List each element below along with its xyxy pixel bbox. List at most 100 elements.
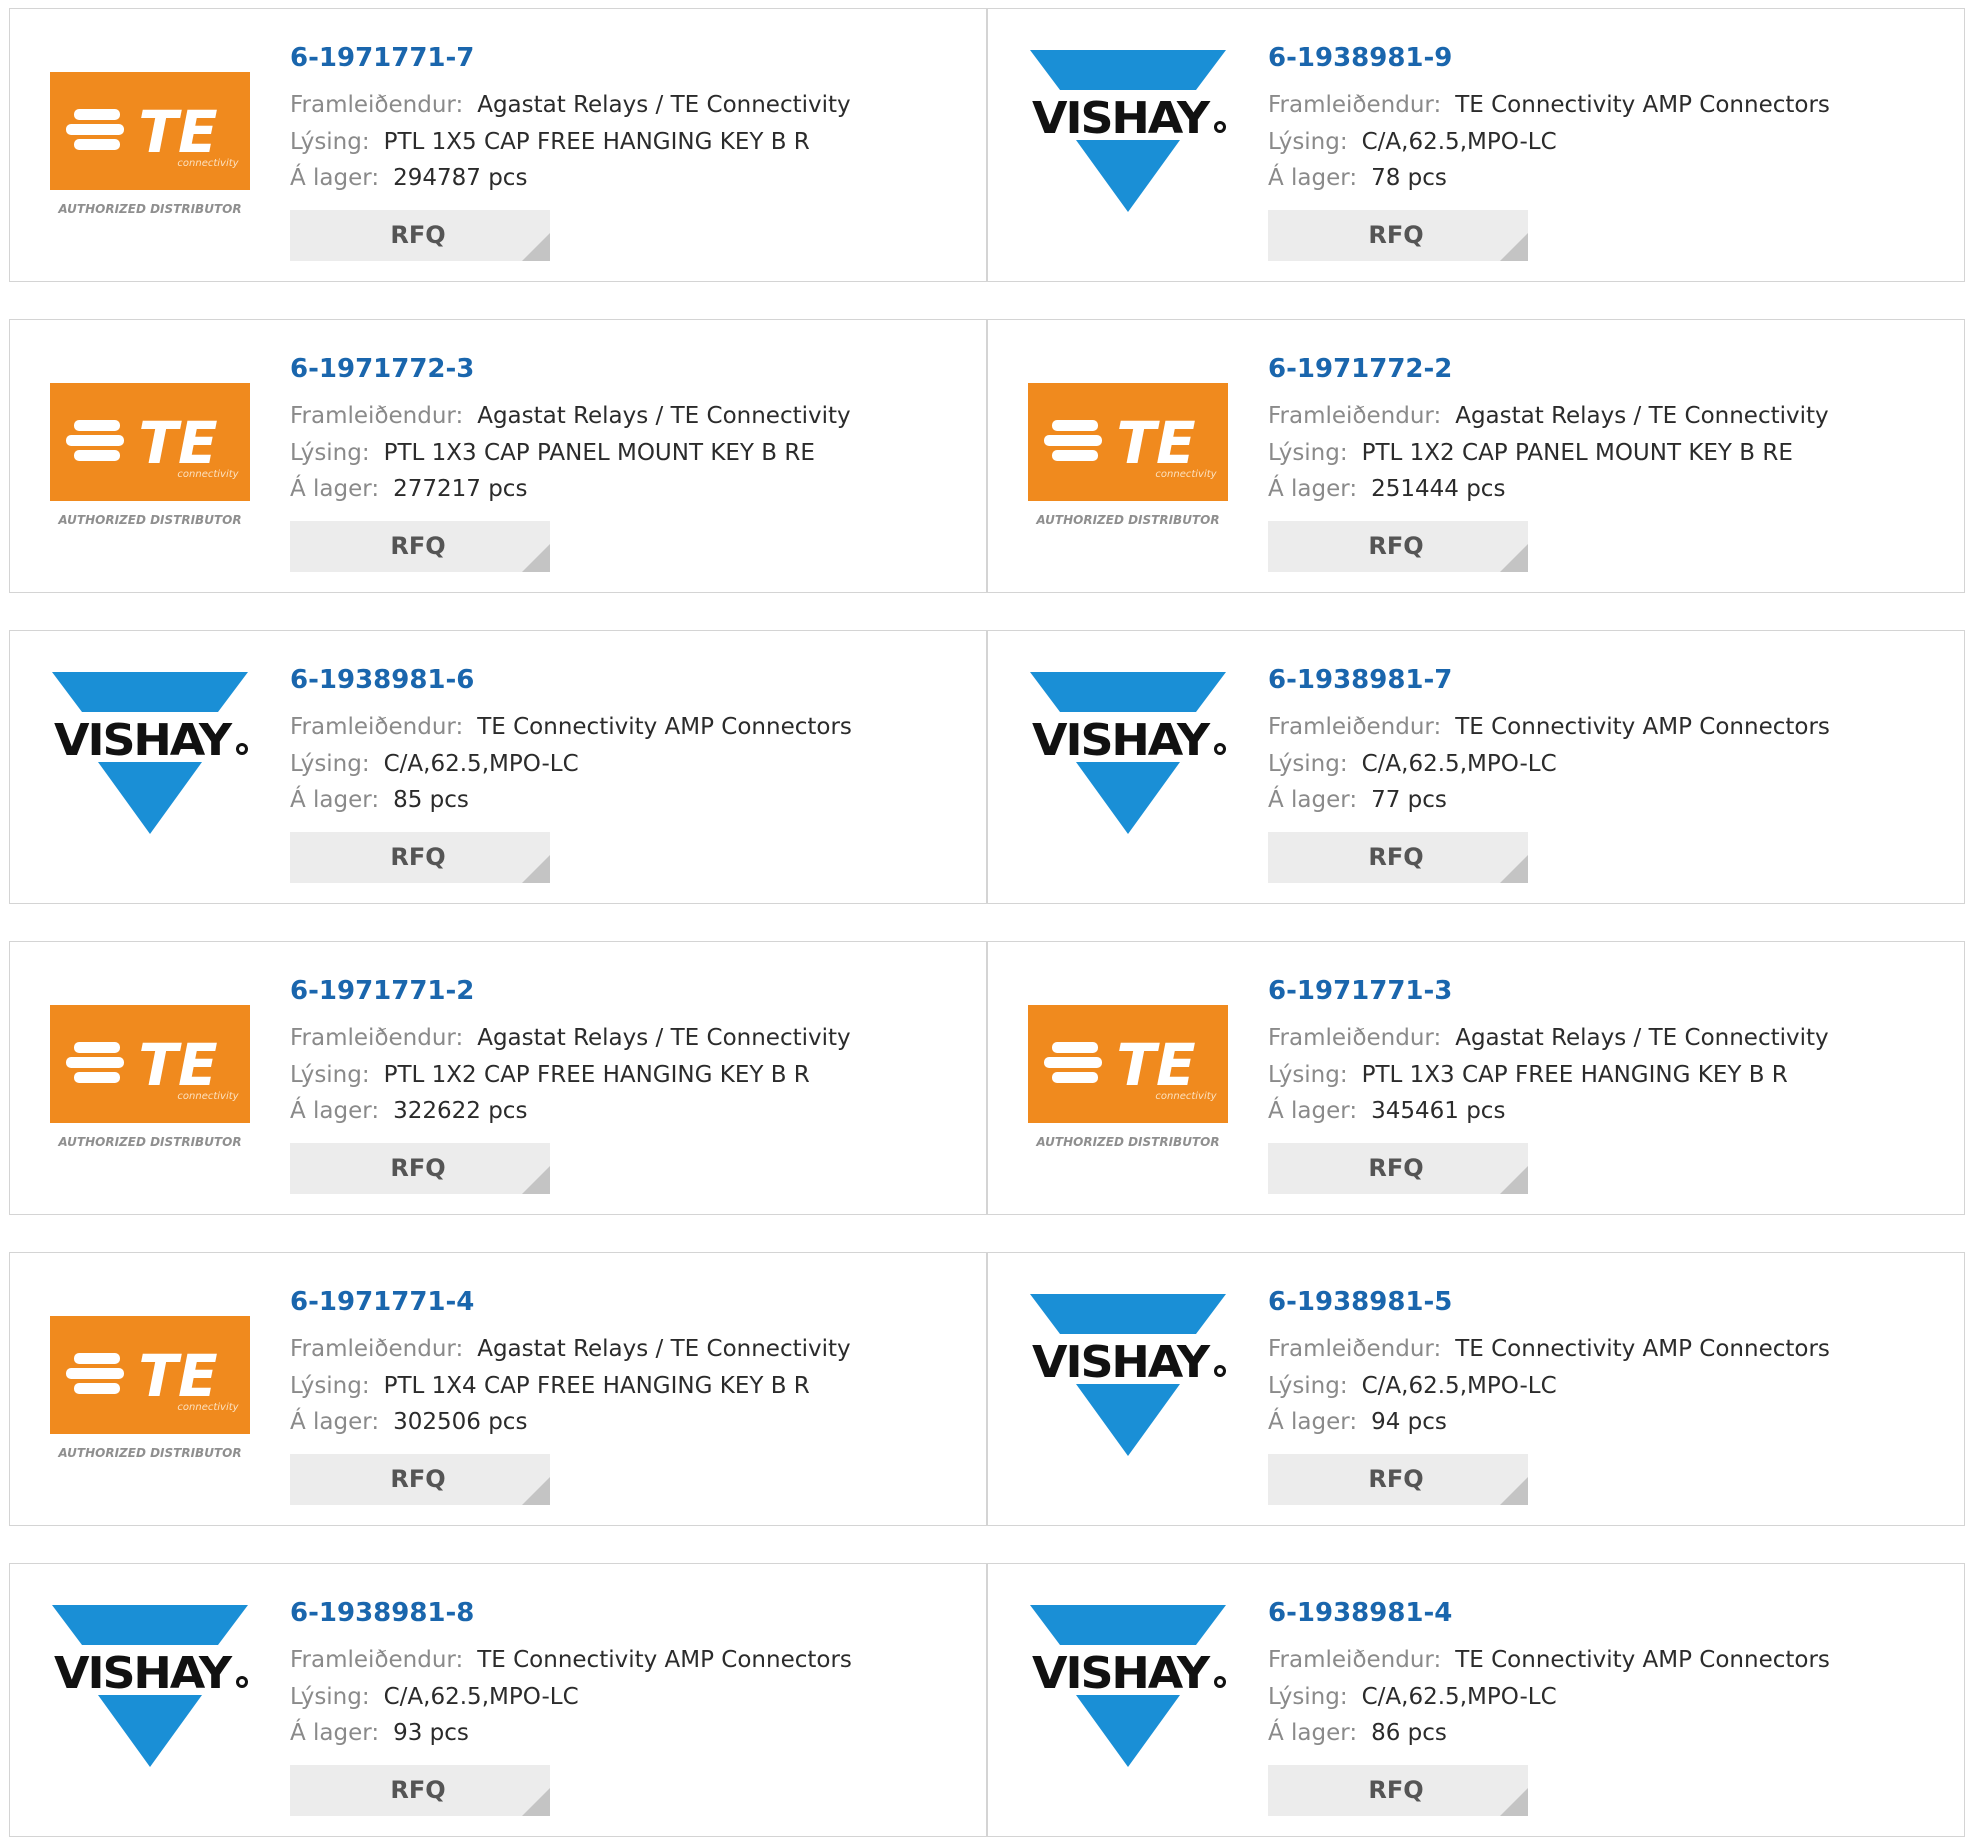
manufacturer-label: Framleiðendur:	[290, 403, 464, 429]
stock-row: Á lager: 294787 pcs	[290, 164, 527, 192]
part-number-link[interactable]: 6-1971771-2	[290, 976, 474, 1006]
manufacturer-row: Framleiðendur: TE Connectivity AMP Connec…	[1268, 91, 1830, 119]
vishay-logo[interactable]: VISHAY	[1026, 672, 1230, 842]
te-tagline: connectivity	[177, 1091, 239, 1102]
part-number-link[interactable]: 6-1938981-6	[290, 665, 474, 695]
rfq-label: RFQ	[390, 843, 446, 871]
vishay-wordmark: VISHAY	[1032, 93, 1211, 144]
rfq-button[interactable]: RFQ	[1268, 210, 1528, 261]
rfq-label: RFQ	[1368, 843, 1424, 871]
vishay-wordmark: VISHAY	[54, 1648, 233, 1699]
product-card: TE connectivity AUTHORIZED DISTRIBUTOR 6-1…	[9, 8, 987, 282]
te-connectivity-logo[interactable]: TE connectivity AUTHORIZED DISTRIBUTOR	[48, 1314, 252, 1464]
stock-value: 345461 pcs	[1371, 1098, 1506, 1124]
te-tagline: connectivity	[177, 469, 239, 480]
manufacturer-label: Framleiðendur:	[1268, 1647, 1442, 1673]
stock-label: Á lager:	[290, 1720, 380, 1746]
rfq-button[interactable]: RFQ	[290, 1765, 550, 1816]
manufacturer-label: Framleiðendur:	[1268, 714, 1442, 740]
stock-row: Á lager: 93 pcs	[290, 1719, 469, 1747]
te-caption: AUTHORIZED DISTRIBUTOR	[1035, 513, 1219, 527]
te-caption: AUTHORIZED DISTRIBUTOR	[57, 513, 241, 527]
part-number-link[interactable]: 6-1938981-9	[1268, 43, 1452, 73]
rfq-label: RFQ	[1368, 532, 1424, 560]
vishay-logo[interactable]: VISHAY	[1026, 50, 1230, 220]
description-label: Lýsing:	[290, 440, 370, 466]
stock-value: 93 pcs	[393, 1720, 469, 1746]
rfq-button[interactable]: RFQ	[1268, 1454, 1528, 1505]
te-connectivity-logo[interactable]: TE connectivity AUTHORIZED DISTRIBUTOR	[48, 381, 252, 531]
part-number-link[interactable]: 6-1971772-2	[1268, 354, 1452, 384]
manufacturer-row: Framleiðendur: TE Connectivity AMP Connec…	[290, 1646, 852, 1674]
manufacturer-label: Framleiðendur:	[290, 1336, 464, 1362]
rfq-label: RFQ	[1368, 1465, 1424, 1493]
te-connectivity-logo[interactable]: TE connectivity AUTHORIZED DISTRIBUTOR	[1026, 381, 1230, 531]
description-label: Lýsing:	[290, 751, 370, 777]
rfq-button[interactable]: RFQ	[290, 210, 550, 261]
manufacturer-label: Framleiðendur:	[290, 1647, 464, 1673]
corner-fold-icon	[1500, 544, 1528, 572]
part-number-link[interactable]: 6-1938981-4	[1268, 1598, 1452, 1628]
description-value: C/A,62.5,MPO-LC	[383, 1684, 579, 1710]
part-number-link[interactable]: 6-1938981-7	[1268, 665, 1452, 695]
product-card: VISHAY 6-1938981-9 Framleiðendur: TE Conn…	[987, 8, 1965, 282]
vishay-logo[interactable]: VISHAY	[48, 1605, 252, 1775]
manufacturer-value: TE Connectivity AMP Connectors	[1455, 1647, 1830, 1673]
description-row: Lýsing: C/A,62.5,MPO-LC	[1268, 1372, 1557, 1400]
stock-label: Á lager:	[1268, 1409, 1358, 1435]
manufacturer-label: Framleiðendur:	[1268, 92, 1442, 118]
product-card: VISHAY 6-1938981-8 Framleiðendur: TE Conn…	[9, 1563, 987, 1837]
rfq-button[interactable]: RFQ	[290, 1143, 550, 1194]
rfq-button[interactable]: RFQ	[1268, 832, 1528, 883]
stock-label: Á lager:	[1268, 787, 1358, 813]
rfq-button[interactable]: RFQ	[1268, 1143, 1528, 1194]
part-number-link[interactable]: 6-1938981-5	[1268, 1287, 1452, 1317]
stock-label: Á lager:	[1268, 165, 1358, 191]
product-card: VISHAY 6-1938981-6 Framleiðendur: TE Conn…	[9, 630, 987, 904]
stock-label: Á lager:	[290, 1098, 380, 1124]
description-row: Lýsing: PTL 1X3 CAP PANEL MOUNT KEY B RE	[290, 439, 815, 467]
manufacturer-row: Framleiðendur: TE Connectivity AMP Connec…	[1268, 713, 1830, 741]
rfq-button[interactable]: RFQ	[290, 832, 550, 883]
stock-row: Á lager: 85 pcs	[290, 786, 469, 814]
rfq-label: RFQ	[390, 1154, 446, 1182]
rfq-button[interactable]: RFQ	[1268, 521, 1528, 572]
te-connectivity-logo[interactable]: TE connectivity AUTHORIZED DISTRIBUTOR	[48, 1003, 252, 1153]
stock-row: Á lager: 78 pcs	[1268, 164, 1447, 192]
stock-row: Á lager: 94 pcs	[1268, 1408, 1447, 1436]
rfq-button[interactable]: RFQ	[290, 1454, 550, 1505]
te-connectivity-logo[interactable]: TE connectivity AUTHORIZED DISTRIBUTOR	[1026, 1003, 1230, 1153]
part-number-link[interactable]: 6-1971771-4	[290, 1287, 474, 1317]
vishay-logo[interactable]: VISHAY	[48, 672, 252, 842]
corner-fold-icon	[1500, 1477, 1528, 1505]
vishay-logo[interactable]: VISHAY	[1026, 1605, 1230, 1775]
part-number-link[interactable]: 6-1938981-8	[290, 1598, 474, 1628]
rfq-button[interactable]: RFQ	[290, 521, 550, 572]
manufacturer-row: Framleiðendur: TE Connectivity AMP Connec…	[290, 713, 852, 741]
part-number-link[interactable]: 6-1971771-3	[1268, 976, 1452, 1006]
part-number-link[interactable]: 6-1971771-7	[290, 43, 474, 73]
te-connectivity-logo[interactable]: TE connectivity AUTHORIZED DISTRIBUTOR	[48, 70, 252, 220]
te-wordmark: TE	[138, 1031, 217, 1099]
manufacturer-label: Framleiðendur:	[290, 92, 464, 118]
stock-value: 86 pcs	[1371, 1720, 1447, 1746]
description-label: Lýsing:	[290, 1062, 370, 1088]
description-label: Lýsing:	[1268, 1684, 1348, 1710]
stock-label: Á lager:	[1268, 1720, 1358, 1746]
stock-value: 322622 pcs	[393, 1098, 528, 1124]
vishay-logo[interactable]: VISHAY	[1026, 1294, 1230, 1464]
manufacturer-row: Framleiðendur: TE Connectivity AMP Connec…	[1268, 1335, 1830, 1363]
description-value: C/A,62.5,MPO-LC	[383, 751, 579, 777]
manufacturer-value: Agastat Relays / TE Connectivity	[1455, 403, 1829, 429]
manufacturer-value: Agastat Relays / TE Connectivity	[477, 92, 851, 118]
stock-row: Á lager: 251444 pcs	[1268, 475, 1505, 503]
stock-value: 251444 pcs	[1371, 476, 1506, 502]
description-row: Lýsing: C/A,62.5,MPO-LC	[290, 750, 579, 778]
stock-row: Á lager: 322622 pcs	[290, 1097, 527, 1125]
corner-fold-icon	[1500, 1166, 1528, 1194]
part-number-link[interactable]: 6-1971772-3	[290, 354, 474, 384]
rfq-button[interactable]: RFQ	[1268, 1765, 1528, 1816]
te-tagline: connectivity	[177, 1402, 239, 1413]
description-value: PTL 1X5 CAP FREE HANGING KEY B R	[383, 129, 810, 155]
description-label: Lýsing:	[290, 1684, 370, 1710]
